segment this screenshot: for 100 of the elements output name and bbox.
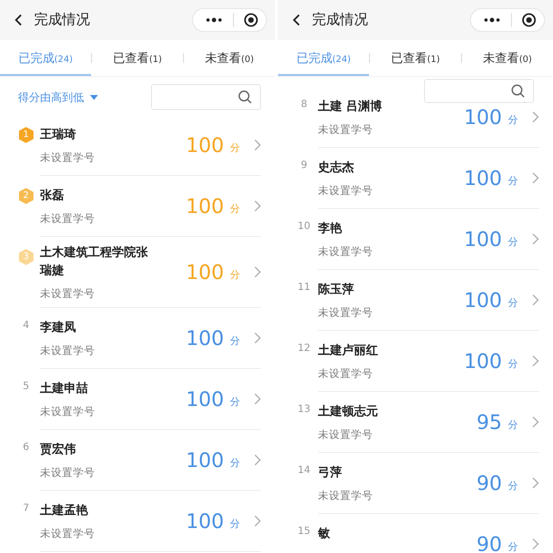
rank-number: 15 <box>298 526 310 537</box>
page-title: 完成情况 <box>312 11 369 29</box>
chevron-icon[interactable] <box>254 332 261 344</box>
score: 90 <box>476 532 502 553</box>
score-unit: 分 <box>508 236 518 248</box>
score-unit: 分 <box>230 334 240 348</box>
score: 100 <box>186 260 224 284</box>
rank-number: 6 <box>22 442 30 453</box>
score: 100 <box>186 194 224 218</box>
score-unit: 分 <box>230 456 240 470</box>
close-icon[interactable] <box>522 13 536 27</box>
capsule-menu[interactable] <box>192 8 267 32</box>
chevron-icon[interactable] <box>254 266 261 278</box>
chevron-icon[interactable] <box>532 538 539 550</box>
score: 100 <box>186 448 224 472</box>
rank-badge: 1 <box>18 127 34 143</box>
score-unit: 分 <box>508 540 518 553</box>
page-title: 完成情况 <box>34 11 91 29</box>
score-unit: 分 <box>230 268 240 282</box>
score-unit: 分 <box>508 418 518 432</box>
more-icon[interactable] <box>205 17 223 23</box>
chevron-icon[interactable] <box>532 172 539 184</box>
more-icon[interactable] <box>483 17 501 23</box>
student-name: 土建卢丽红 <box>318 342 379 359</box>
chevron-icon[interactable] <box>532 111 539 123</box>
search-icon[interactable] <box>511 84 525 98</box>
score: 100 <box>464 227 502 251</box>
chevron-icon[interactable] <box>532 416 539 428</box>
score-unit: 分 <box>508 358 518 370</box>
rank-number: 7 <box>22 503 30 514</box>
student-name: 李艳 <box>318 220 343 237</box>
score: 95 <box>476 410 502 434</box>
back-icon[interactable] <box>14 13 24 27</box>
student-name: 贾宏伟 <box>40 441 77 458</box>
score: 100 <box>464 288 502 312</box>
back-icon[interactable] <box>292 13 302 27</box>
student-id: 未设置学号 <box>40 466 96 480</box>
search-field[interactable] <box>151 84 261 110</box>
rank-number: 13 <box>298 404 310 415</box>
student-name: 弓萍 <box>318 464 343 481</box>
student-id: 未设置学号 <box>40 405 96 419</box>
student-name: 陈玉萍 <box>318 281 355 298</box>
score-unit: 分 <box>508 114 518 126</box>
student-id: 未设置学号 <box>318 306 374 320</box>
tab[interactable]: 未查看(0) <box>462 40 553 76</box>
tab[interactable]: 已查看(1) <box>370 40 461 76</box>
student-id: 未设置学号 <box>40 212 96 226</box>
score-unit: 分 <box>508 296 518 310</box>
student-name: 李建凤 <box>40 319 77 336</box>
search-field[interactable] <box>424 79 534 103</box>
score: 100 <box>464 349 502 373</box>
chevron-icon[interactable] <box>254 515 261 527</box>
score-unit: 分 <box>508 174 518 188</box>
student-id: 未设置学号 <box>318 367 374 381</box>
score: 100 <box>464 105 502 129</box>
rank-badge: 2 <box>18 188 34 204</box>
score: 100 <box>186 133 224 157</box>
student-name: 土建申喆 <box>40 380 89 397</box>
student-id: 未设置学号 <box>318 428 374 442</box>
chevron-icon[interactable] <box>254 454 261 466</box>
score: 100 <box>464 166 502 190</box>
student-id: 未设置学号 <box>318 489 374 503</box>
student-name: 土建孟艳 <box>40 502 89 519</box>
tab[interactable]: 未查看(0) <box>184 40 275 76</box>
score-unit: 分 <box>230 202 240 216</box>
chevron-icon[interactable] <box>532 233 539 245</box>
student-name: 土建 吕渊博 <box>318 98 384 115</box>
capsule-menu[interactable] <box>470 8 545 32</box>
student-name: 张磊 <box>40 187 65 204</box>
score: 90 <box>476 471 502 495</box>
student-name: 土建顿志元 <box>318 403 379 420</box>
rank-number: 4 <box>22 320 30 331</box>
rank-number: 10 <box>298 221 310 232</box>
chevron-icon[interactable] <box>532 477 539 489</box>
rank-number: 8 <box>300 99 308 110</box>
chevron-icon[interactable] <box>254 139 261 151</box>
search-icon[interactable] <box>238 90 252 104</box>
score-unit: 分 <box>230 142 240 154</box>
tab[interactable]: 已查看(1) <box>92 40 183 76</box>
score-unit: 分 <box>230 518 240 530</box>
chevron-icon[interactable] <box>254 393 261 405</box>
student-id: 未设置学号 <box>40 151 96 165</box>
student-name: 王瑞琦 <box>40 126 77 143</box>
score-unit: 分 <box>230 396 240 408</box>
student-id: 未设置学号 <box>40 287 96 301</box>
caret-icon[interactable] <box>90 94 98 100</box>
student-id: 未设置学号 <box>40 527 96 541</box>
student-id: 未设置学号 <box>318 245 374 259</box>
student-name: 土木建筑工程学院张瑞婕 <box>40 244 149 279</box>
chevron-icon[interactable] <box>254 200 261 212</box>
score: 100 <box>186 387 224 411</box>
rank-number: 9 <box>300 160 308 171</box>
rank-badge: 3 <box>18 249 34 265</box>
student-id: 未设置学号 <box>318 123 374 137</box>
student-id: 未设置学号 <box>318 184 374 198</box>
chevron-icon[interactable] <box>532 294 539 306</box>
rank-number: 12 <box>298 343 310 354</box>
chevron-icon[interactable] <box>532 355 539 367</box>
student-id: 未设置学号 <box>40 344 96 358</box>
close-icon[interactable] <box>244 13 258 27</box>
